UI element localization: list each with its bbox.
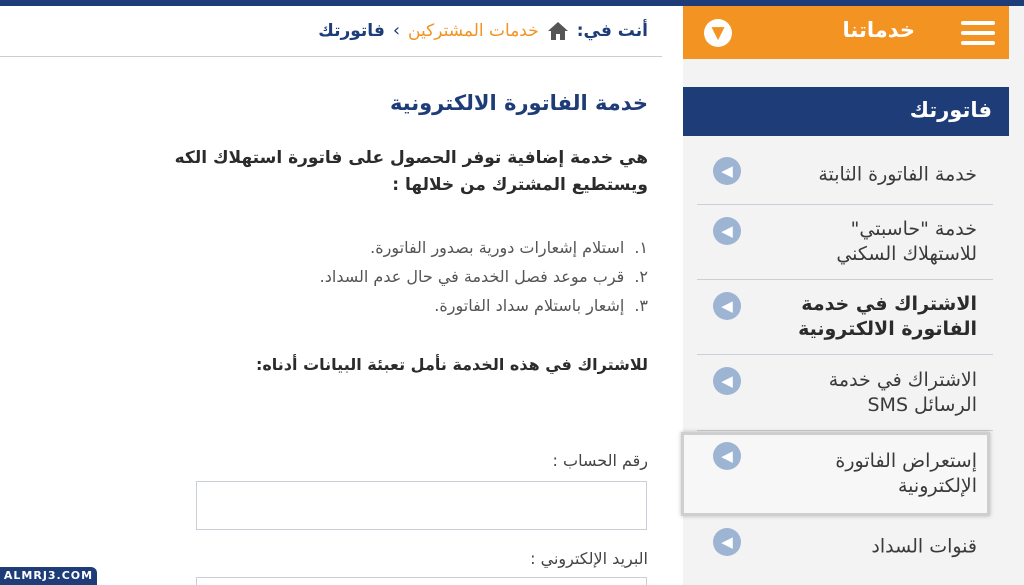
breadcrumb-prefix: أنت في: — [576, 20, 648, 41]
breadcrumb-current: فاتورتك — [318, 20, 385, 41]
page-title: خدمة الفاتورة الالكترونية — [389, 91, 648, 115]
list-item: ٢. قرب موعد فصل الخدمة في حال عدم السداد. — [320, 262, 648, 291]
chevron-down-circle-icon[interactable]: ▼ — [704, 19, 732, 47]
sidebar-item-sms-subscribe[interactable]: الاشتراك في خدمة الرسائل SMS ◀ — [697, 355, 993, 431]
breadcrumb-separator: › — [392, 20, 401, 41]
watermark-logo: ALMRJ3.COM — [0, 567, 97, 585]
arrow-left-circle-icon: ◀ — [713, 528, 741, 556]
account-number-label: رقم الحساب : — [552, 451, 648, 470]
sidebar-item-label: خدمة الفاتورة الثابتة — [818, 163, 977, 185]
list-number: ٣. — [634, 296, 648, 315]
sidebar-item-payment-channels[interactable]: قنوات السداد ◀ — [697, 516, 993, 578]
sidebar-item-label: الاشتراك في خدمة الرسائل SMS — [828, 368, 977, 416]
hamburger-menu-icon[interactable] — [961, 21, 995, 45]
arrow-left-circle-icon: ◀ — [713, 367, 741, 395]
account-number-input[interactable] — [196, 481, 647, 530]
sidebar-item-view-ebill[interactable]: إستعراض الفاتورة الإلكترونية ◀ — [697, 432, 993, 516]
subscribe-note: للاشتراك في هذه الخدمة نأمل تعبئة البيان… — [255, 355, 648, 374]
breadcrumb: أنت في: خدمات المشتركين › فاتورتك — [318, 20, 648, 41]
list-item: ١. استلام إشعارات دورية بصدور الفاتورة. — [320, 233, 648, 262]
breadcrumb-link-subscriber-services[interactable]: خدمات المشتركين — [408, 21, 539, 41]
arrow-left-circle-icon: ◀ — [713, 292, 741, 320]
sidebar-item-label: إستعراض الفاتورة الإلكترونية — [835, 450, 977, 497]
feature-list: ١. استلام إشعارات دورية بصدور الفاتورة. ٢… — [320, 233, 648, 320]
sidebar-item-calculator[interactable]: خدمة "حاسبتي" للاستهلاك السكني ◀ — [697, 205, 993, 280]
list-text: إشعار باستلام سداد الفاتورة. — [434, 296, 625, 315]
header-divider — [0, 56, 662, 57]
services-menu-bar[interactable]: خدماتنا ▼ — [683, 6, 1009, 59]
sidebar-item-label: خدمة "حاسبتي" للاستهلاك السكني — [836, 218, 977, 265]
sidebar-item-label: الاشتراك في خدمة الفاتورة الالكترونية — [798, 293, 977, 340]
arrow-left-circle-icon: ◀ — [713, 157, 741, 185]
email-input[interactable] — [196, 577, 647, 585]
list-text: استلام إشعارات دورية بصدور الفاتورة. — [370, 238, 625, 257]
home-icon[interactable] — [547, 21, 569, 41]
list-number: ١. — [634, 238, 648, 257]
arrow-left-circle-icon: ◀ — [713, 442, 741, 470]
list-number: ٢. — [634, 267, 648, 286]
services-label: خدماتنا — [842, 18, 916, 42]
sidebar-item-ebill-subscribe[interactable]: الاشتراك في خدمة الفاتورة الالكترونية ◀ — [697, 280, 993, 355]
list-text: قرب موعد فصل الخدمة في حال عدم السداد. — [319, 267, 625, 286]
sidebar-item-label: قنوات السداد — [871, 535, 977, 558]
email-label: البريد الإلكتروني : — [530, 549, 648, 568]
intro-text: هي خدمة إضافية توفر الحصول على فاتورة اس… — [0, 145, 648, 199]
intro-line: هي خدمة إضافية توفر الحصول على فاتورة اس… — [174, 148, 648, 168]
sidebar-section-title: فاتورتك — [683, 87, 1009, 136]
arrow-left-circle-icon: ◀ — [713, 217, 741, 245]
intro-line: ويستطيع المشترك من خلالها : — [392, 175, 648, 195]
sidebar-item-fixed-bill[interactable]: خدمة الفاتورة الثابتة ◀ — [697, 145, 993, 205]
list-item: ٣. إشعار باستلام سداد الفاتورة. — [320, 291, 648, 320]
